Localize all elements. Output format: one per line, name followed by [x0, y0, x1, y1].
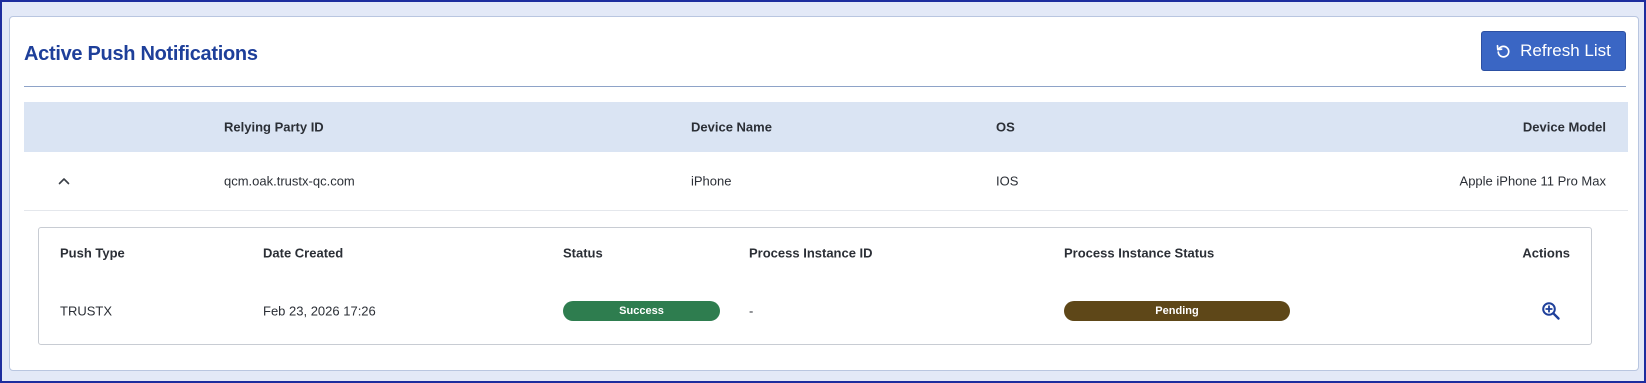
- devices-table-header: Relying Party ID Device Name OS Device M…: [24, 102, 1628, 152]
- zoom-in-icon[interactable]: [1541, 301, 1561, 321]
- column-header-os[interactable]: OS: [996, 120, 1015, 135]
- column-header-date-created: Date Created: [263, 245, 344, 261]
- column-header-process-instance-id: Process Instance ID: [749, 245, 873, 261]
- date-created-cell: Feb 23, 2026 17:26: [263, 303, 376, 319]
- status-badge: Success: [563, 301, 720, 321]
- column-header-relying-party-id[interactable]: Relying Party ID: [224, 120, 324, 135]
- page-title: Active Push Notifications: [24, 43, 258, 65]
- column-header-process-instance-status: Process Instance Status: [1064, 245, 1215, 261]
- refresh-list-button[interactable]: Refresh List: [1481, 31, 1626, 71]
- push-type-cell: TRUSTX: [60, 303, 112, 319]
- process-instance-id-cell: -: [749, 303, 754, 319]
- os-cell: IOS: [996, 173, 1019, 189]
- column-header-status: Status: [563, 245, 603, 261]
- column-header-device-name[interactable]: Device Name: [691, 120, 772, 135]
- chevron-up-icon[interactable]: [56, 173, 72, 189]
- column-header-actions: Actions: [1522, 245, 1570, 261]
- device-model-cell: Apple iPhone 11 Pro Max: [1459, 173, 1606, 189]
- push-details-header: Push Type Date Created Status Process In…: [39, 228, 1591, 278]
- refresh-list-label: Refresh List: [1520, 41, 1611, 60]
- refresh-icon: [1496, 44, 1510, 58]
- column-header-device-model[interactable]: Device Model: [1523, 120, 1606, 135]
- process-instance-status-badge: Pending: [1064, 301, 1290, 321]
- push-details-table: Push Type Date Created Status Process In…: [38, 227, 1592, 345]
- relying-party-id-cell: qcm.oak.trustx-qc.com: [224, 173, 355, 189]
- device-name-cell: iPhone: [691, 173, 732, 189]
- devices-table: Relying Party ID Device Name OS Device M…: [24, 102, 1628, 211]
- table-row: TRUSTX Feb 23, 2026 17:26 Success - Pend…: [39, 278, 1591, 344]
- card-header: Active Push Notifications Refresh List: [24, 17, 1626, 87]
- column-header-push-type: Push Type: [60, 245, 125, 261]
- table-row[interactable]: qcm.oak.trustx-qc.com iPhone IOS Apple i…: [24, 152, 1628, 211]
